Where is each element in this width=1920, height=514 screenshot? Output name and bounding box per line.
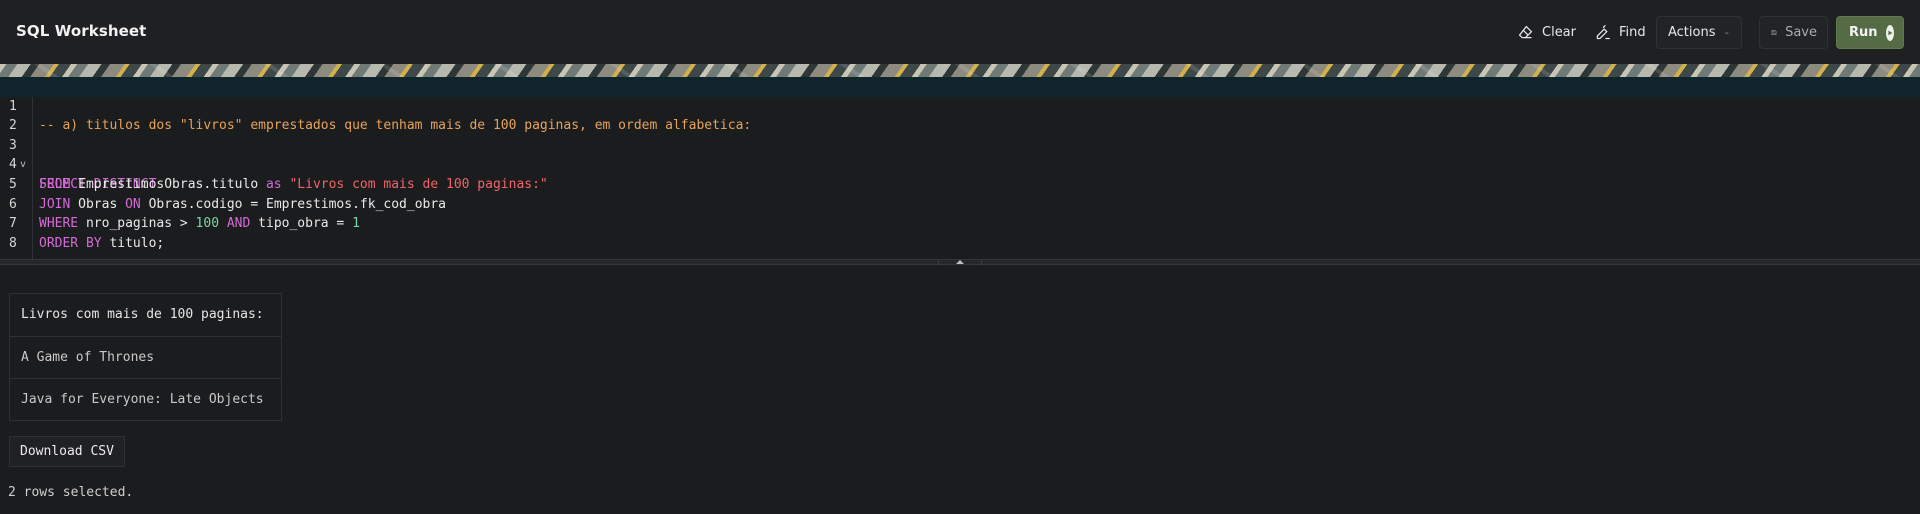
editor-line[interactable]: 8	[0, 214, 1920, 251]
results-table: Livros com mais de 100 paginas: A Game o…	[9, 293, 282, 421]
actions-dropdown[interactable]: Actions	[1656, 16, 1742, 49]
clear-button[interactable]: Clear	[1507, 16, 1586, 49]
worksheet-header: SQL Worksheet Clear Find Actions Save Ru…	[0, 0, 1920, 64]
actions-dropdown-label: Actions	[1668, 25, 1716, 40]
find-button[interactable]: Find	[1584, 16, 1656, 49]
sql-keyword: ORDER BY	[39, 235, 102, 251]
decorative-banner	[0, 64, 1920, 77]
editor-line[interactable]: 3 v SELECT DISTINCT Obras.titulo as "Liv…	[0, 116, 1920, 192]
pane-splitter[interactable]	[0, 259, 1920, 265]
code-editor[interactable]: 1 -- a) titulos dos "livros" emprestados…	[0, 77, 1920, 259]
page-title: SQL Worksheet	[16, 22, 147, 40]
table-row: Java for Everyone: Late Objects	[10, 378, 281, 420]
line-number: 8	[9, 235, 17, 251]
chevron-down-icon	[1724, 31, 1728, 34]
sql-text: titulo;	[101, 235, 165, 251]
eraser-icon	[1518, 25, 1533, 39]
find-button-label: Find	[1619, 25, 1646, 40]
editor-line[interactable]: 4 FROM Emprestimos	[0, 136, 1920, 192]
download-csv-button[interactable]: Download CSV	[9, 436, 125, 467]
editor-line[interactable]: 1 -- a) titulos dos "livros" emprestados…	[0, 77, 1920, 133]
status-text: 2 rows selected.	[8, 485, 134, 500]
run-button-label: Run	[1849, 25, 1878, 40]
editor-line[interactable]: 7 ORDER BY titulo;	[0, 195, 1920, 251]
find-replace-icon	[1596, 25, 1610, 40]
save-button[interactable]: Save	[1759, 16, 1828, 49]
run-button[interactable]: Run	[1836, 16, 1904, 49]
save-button-label: Save	[1785, 25, 1817, 40]
column-header: Livros com mais de 100 paginas:	[21, 307, 264, 322]
editor-line[interactable]: 5 JOIN Obras ON Obras.codigo = Emprestim…	[0, 155, 1920, 212]
editor-line[interactable]: 2	[0, 97, 1920, 133]
editor-line[interactable]: 6 WHERE nro_paginas > 100 AND tipo_obra …	[0, 175, 1920, 232]
play-circle-icon	[1885, 24, 1894, 41]
splitter-handle[interactable]	[938, 260, 982, 265]
floppy-disk-icon	[1771, 30, 1777, 35]
table-row: A Game of Thrones	[10, 336, 281, 378]
clear-button-label: Clear	[1542, 25, 1576, 40]
